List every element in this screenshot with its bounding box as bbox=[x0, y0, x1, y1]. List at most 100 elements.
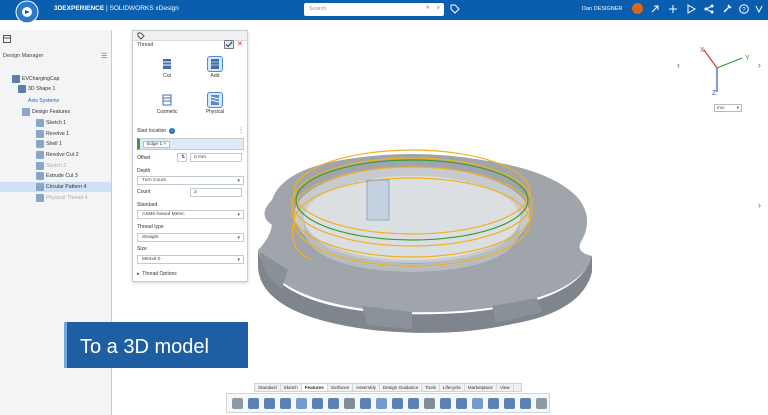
feature-tool-icon[interactable] bbox=[408, 398, 419, 409]
feature-tool-icon[interactable] bbox=[520, 398, 531, 409]
info-icon[interactable]: i bbox=[169, 128, 175, 134]
flip-offset-button[interactable]: ⇅ bbox=[177, 153, 187, 162]
depth-label: Depth bbox=[137, 168, 151, 174]
caption-text: To a 3D model bbox=[80, 336, 209, 358]
tree-item[interactable]: Physical Thread 4 bbox=[36, 193, 87, 203]
tag-icon[interactable] bbox=[450, 4, 460, 14]
add-option[interactable]: Add bbox=[195, 56, 235, 79]
tab-design-guidance[interactable]: Design Guidance bbox=[380, 384, 423, 391]
feature-icon bbox=[22, 108, 30, 116]
feature-icon bbox=[36, 130, 44, 138]
tree-item[interactable]: Revolve 1 bbox=[36, 129, 69, 139]
clear-icon[interactable]: ✕ bbox=[425, 5, 430, 11]
tree-item-label: Circular Pattern 4 bbox=[46, 184, 87, 190]
panel-menu-icon[interactable]: ☰ bbox=[101, 52, 107, 60]
panel-title: Thread bbox=[137, 42, 154, 48]
feature-tool-icon[interactable] bbox=[424, 398, 435, 409]
top-bar: V.R 3DEXPERIENCE | SOLIDWORKS xDesign Se… bbox=[0, 0, 768, 28]
feature-tool-icon[interactable] bbox=[360, 398, 371, 409]
cut-option[interactable]: Cut bbox=[147, 57, 187, 79]
tree-item-label: 3D Shape 1 bbox=[28, 86, 56, 92]
offset-input[interactable]: 0 mm bbox=[190, 153, 242, 162]
user-name[interactable]: Dan DESIGNER bbox=[582, 6, 622, 12]
tree-item[interactable]: Shell 1 bbox=[36, 139, 62, 149]
feature-tool-icon[interactable] bbox=[376, 398, 387, 409]
feature-tool-icon[interactable] bbox=[440, 398, 451, 409]
tree-item-label: Sketch 1 bbox=[46, 120, 67, 126]
tree-item[interactable]: EVChargingCap bbox=[12, 74, 60, 84]
tree-item-label: Design Features bbox=[32, 109, 71, 115]
menu-icon[interactable] bbox=[755, 4, 763, 14]
feature-tool-icon[interactable] bbox=[248, 398, 259, 409]
feature-tool-icon[interactable] bbox=[392, 398, 403, 409]
avatar[interactable] bbox=[632, 3, 643, 14]
ok-button[interactable] bbox=[224, 40, 234, 49]
feature-tool-icon[interactable] bbox=[296, 398, 307, 409]
tab-assembly[interactable]: Assembly bbox=[353, 384, 380, 391]
tab-sketch[interactable]: Sketch bbox=[281, 384, 302, 391]
tree-item[interactable]: Sketch 1 bbox=[36, 118, 66, 128]
tab-tools[interactable]: Tools bbox=[422, 384, 440, 391]
help-icon[interactable]: ? bbox=[739, 4, 749, 14]
feature-tool-icon[interactable] bbox=[312, 398, 323, 409]
feature-tool-icon[interactable] bbox=[472, 398, 483, 409]
feature-tool-icon[interactable] bbox=[264, 398, 275, 409]
search-icon[interactable]: ⌕ bbox=[437, 5, 440, 12]
rotate-right-icon[interactable]: › bbox=[758, 60, 761, 70]
feature-tool-icon[interactable] bbox=[504, 398, 515, 409]
cancel-button[interactable]: ✕ bbox=[237, 40, 243, 48]
tab-standard[interactable]: Standard bbox=[255, 384, 281, 391]
thread-panel: Thread ✕ Cut Add Cosmetic Physical Start… bbox=[132, 30, 248, 282]
count-label: Count bbox=[137, 189, 151, 195]
feature-tool-icon[interactable] bbox=[536, 398, 547, 409]
feature-tool-icon[interactable] bbox=[344, 398, 355, 409]
cosmetic-option[interactable]: Cosmetic bbox=[147, 93, 187, 115]
tag-icon bbox=[137, 32, 145, 40]
expand-panel-icon[interactable]: › bbox=[758, 200, 761, 210]
tools-icon[interactable] bbox=[722, 4, 732, 14]
feature-tool-icon[interactable] bbox=[232, 398, 243, 409]
share-icon[interactable] bbox=[650, 4, 660, 14]
feature-icon bbox=[36, 194, 44, 202]
count-input[interactable]: 3 bbox=[190, 188, 242, 197]
tree-item[interactable]: 3D Shape 1 bbox=[18, 84, 55, 94]
toolbar-tabs: Standard Sketch Features Surfaces Assembly De… bbox=[254, 383, 522, 392]
view-selector[interactable]: mrv ▾ bbox=[714, 104, 742, 112]
tab-marketplace[interactable]: Marketplace bbox=[465, 384, 497, 391]
feature-tool-icon[interactable] bbox=[488, 398, 499, 409]
more-options-icon[interactable]: ⋮ bbox=[238, 127, 244, 134]
search-input[interactable]: Search ✕ ⌕ bbox=[304, 3, 444, 16]
tree-item[interactable]: Design Features bbox=[22, 107, 70, 117]
design-manager-icon[interactable] bbox=[3, 35, 11, 43]
feature-icon bbox=[12, 75, 20, 83]
thread-type-label: Thread type bbox=[137, 224, 164, 230]
network-icon[interactable] bbox=[704, 4, 714, 14]
tree-item[interactable]: Sketch 2 bbox=[36, 161, 66, 171]
plus-icon[interactable] bbox=[668, 4, 678, 14]
tab-features[interactable]: Features bbox=[301, 384, 328, 391]
edge-chip[interactable]: Edge 1 × bbox=[143, 141, 171, 148]
tree-item[interactable]: Extrude Cut 3 bbox=[36, 171, 78, 181]
tab-surfaces[interactable]: Surfaces bbox=[328, 384, 353, 391]
standard-select[interactable]: ASME-based Metric ▾ bbox=[137, 210, 244, 219]
feature-tool-icon[interactable] bbox=[328, 398, 339, 409]
play-icon[interactable] bbox=[686, 4, 696, 14]
tree-item[interactable]: Axis Systems bbox=[18, 96, 59, 106]
compass-icon[interactable]: V.R bbox=[6, 0, 46, 28]
tree-item-label: Revolve 1 bbox=[46, 131, 70, 137]
thread-type-select[interactable]: Straight ▾ bbox=[137, 233, 244, 242]
size-select[interactable]: M64x6.0 ▾ bbox=[137, 255, 244, 264]
feature-tool-icon[interactable] bbox=[280, 398, 291, 409]
feature-tool-icon[interactable] bbox=[456, 398, 467, 409]
tree-item[interactable]: Circular Pattern 4 bbox=[0, 182, 111, 192]
depth-select[interactable]: Turn Count ▾ bbox=[137, 176, 244, 185]
add-icon bbox=[207, 56, 223, 72]
physical-icon bbox=[207, 92, 223, 108]
thread-options-toggle[interactable]: ▸ Thread Options bbox=[137, 271, 177, 277]
tab-lifecycle[interactable]: Lifecycle bbox=[440, 384, 465, 391]
tree-item[interactable]: Revolve Cut 2 bbox=[36, 150, 79, 160]
axis-y-label: Y bbox=[745, 55, 750, 62]
tab-view[interactable]: View bbox=[497, 384, 514, 391]
physical-option[interactable]: Physical bbox=[195, 92, 235, 115]
rotate-left-icon[interactable]: ‹ bbox=[677, 60, 680, 70]
